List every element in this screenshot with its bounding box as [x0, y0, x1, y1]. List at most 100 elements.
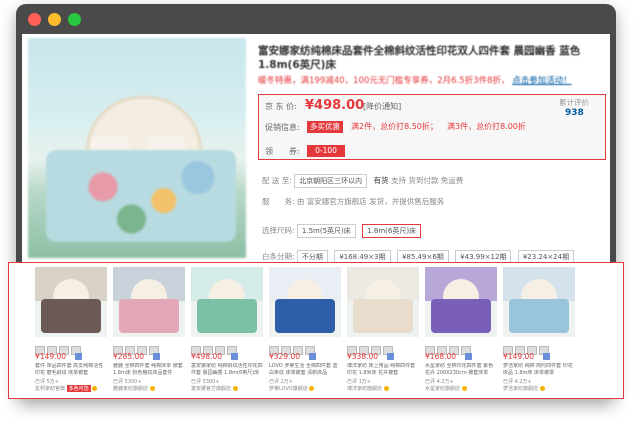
coin-icon	[149, 386, 155, 391]
promo-info-label: 促销信息:	[265, 123, 300, 132]
thumbnail-bedding	[197, 299, 257, 333]
price-label: 京 东 价:	[265, 102, 297, 111]
product-thumbnail[interactable]	[425, 267, 497, 337]
card-price: ¥149.00	[35, 352, 67, 361]
card-reviews: 已评 2万+	[269, 379, 293, 385]
jd-badge-icon	[231, 353, 238, 360]
size-label: 选择尺码:	[262, 226, 295, 235]
card-title[interactable]: 雅鹿 全棉四件套 纯棉床单 被套 1.8m床 粉色格纹床品套件	[113, 363, 185, 376]
product-main-image[interactable]	[28, 38, 246, 258]
size-option-selected[interactable]: 1.8m(6英尺)床	[362, 224, 422, 238]
ship-note: 支持 货到付款 免运费	[390, 176, 464, 185]
coin-icon	[461, 386, 467, 391]
coin-icon	[309, 386, 315, 391]
card-reviews: 已评 5万+	[35, 379, 59, 385]
coin-icon	[539, 386, 545, 391]
close-window-icon[interactable]	[28, 13, 41, 26]
product-card[interactable]: ¥498.00 富安娜家纺 纯棉斜纹活性印花四件套 晨园幽香 1.8m(6英尺)床…	[191, 267, 263, 393]
product-thumbnail[interactable]	[191, 267, 263, 337]
promo-rule-2: 满3件，总价打8.00折	[447, 122, 526, 131]
shop-name[interactable]: 雅鹿家纺旗舰店	[113, 386, 148, 392]
thumbnail-bedding	[119, 299, 179, 333]
jd-badge-icon	[465, 353, 472, 360]
jd-badge-icon	[387, 353, 394, 360]
size-option[interactable]: 1.5m(5英尺)床	[296, 224, 356, 238]
color-swatches	[35, 340, 83, 355]
product-card[interactable]: ¥329.00 LOVO 罗莱生活 全棉四件套 蓝白条纹 床单被套 清新床品已评 …	[269, 267, 341, 393]
card-shop: 博洋家纺旗舰店	[347, 385, 389, 392]
service-label: 服 务:	[262, 197, 295, 206]
card-title[interactable]: 水星家纺 全棉印花四件套 紫色花卉 200X230cm 被套床单	[425, 363, 497, 376]
review-count[interactable]: 938	[565, 108, 584, 118]
floral-quilt-shape	[46, 150, 236, 242]
color-swatches	[269, 340, 317, 355]
shop-name[interactable]: 富安娜官方旗舰店	[191, 386, 231, 392]
recommendation-strip: ¥149.00 套件 床品四件套 高支纯棉活性印花 磨毛斜纹 床单被套 1.5/1…	[8, 262, 624, 399]
product-thumbnail[interactable]	[503, 267, 575, 337]
product-card[interactable]: ¥285.00 雅鹿 全棉四件套 纯棉床单 被套 1.8m床 粉色格纹床品套件 已评…	[113, 267, 185, 393]
hot-tag: 多色可选	[66, 385, 91, 392]
card-shop: 雅鹿家纺旗舰店	[113, 385, 155, 392]
card-price: ¥338.00	[347, 352, 379, 361]
thumbnail-bedding	[41, 299, 101, 333]
card-reviews: 已评 4.2万+	[503, 379, 532, 385]
card-title[interactable]: LOVO 罗莱生活 全棉四件套 蓝白条纹 床单被套 清新床品	[269, 363, 341, 376]
service-row: 服 务: 由 富安娜官方旗舰店 发货，并提供售后服务	[262, 196, 444, 207]
product-card[interactable]: ¥149.00 梦洁家纺 纯棉 简约四件套 印花床品 1.8m床 床单被罩已评 4…	[503, 267, 575, 393]
product-price: ¥498.00	[305, 98, 365, 113]
coupon-label: 领 券:	[265, 147, 300, 156]
thumbnail-bedding	[431, 299, 491, 333]
product-card[interactable]: ¥338.00 博洋家纺 床上用品 纯棉四件套 印花 1.8米床 花卉被套已评 1…	[347, 267, 419, 393]
product-thumbnail[interactable]	[35, 267, 107, 337]
shop-name[interactable]: 罗莱LOVO旗舰店	[269, 386, 308, 392]
minimize-window-icon[interactable]	[48, 13, 61, 26]
card-title[interactable]: 套件 床品四件套 高支纯棉活性印花 磨毛斜纹 床单被套 1.5/1.8米床 四件…	[35, 363, 107, 376]
color-swatches	[503, 340, 551, 355]
card-shop: 水星家纺旗舰店	[425, 385, 467, 392]
product-card[interactable]: ¥168.00 水星家纺 全棉印花四件套 紫色花卉 200X230cm 被套床单已…	[425, 267, 497, 393]
jd-badge-icon	[75, 353, 82, 360]
promo-link[interactable]: 点击参加活动！	[512, 76, 572, 86]
maximize-window-icon[interactable]	[68, 13, 81, 26]
size-row: 选择尺码: 1.5m(5英尺)床 1.8m(6英尺)床	[262, 224, 425, 238]
product-card[interactable]: ¥149.00 套件 床品四件套 高支纯棉活性印花 磨毛斜纹 床单被套 1.5/1…	[35, 267, 107, 393]
color-swatches	[113, 340, 161, 355]
coupon-button[interactable]: 0-100	[307, 145, 345, 157]
card-reviews: 已评 5300+	[191, 379, 220, 385]
card-price: ¥329.00	[269, 352, 301, 361]
card-shop: 罗莱LOVO旗舰店	[269, 385, 315, 392]
stock-status: 有货	[373, 176, 389, 185]
jd-badge-icon	[543, 353, 550, 360]
card-shop: 友邦家纺官旗 多色可选	[35, 385, 98, 392]
shipping-row: 配 送 至: 北京朝阳区三环以内 有货 支持 货到付款 免运费	[262, 174, 463, 188]
card-title[interactable]: 梦洁家纺 纯棉 简约四件套 印花床品 1.8m床 床单被罩	[503, 363, 575, 376]
thumbnail-bedding	[353, 299, 413, 333]
card-reviews: 已评 1万+	[347, 379, 371, 385]
product-thumbnail[interactable]	[347, 267, 419, 337]
color-swatches	[425, 340, 473, 355]
price-notify-link[interactable]: [降价通知]	[363, 101, 401, 112]
card-title[interactable]: 博洋家纺 床上用品 纯棉四件套 印花 1.8米床 花卉被套	[347, 363, 419, 376]
promo-banner: 暖冬特惠，满199减40，100元无门槛专享券，2月6.5折3件8折， 点击参加…	[258, 74, 608, 86]
shop-name[interactable]: 友邦家纺官旗	[35, 386, 65, 392]
shop-name[interactable]: 水星家纺旗舰店	[425, 386, 460, 392]
product-thumbnail[interactable]	[113, 267, 185, 337]
service-text: 由 富安娜官方旗舰店 发货，并提供售后服务	[296, 197, 445, 206]
jd-badge-icon	[309, 353, 316, 360]
installment-label: 白条分期:	[262, 252, 295, 261]
thumbnail-bedding	[509, 299, 569, 333]
product-title: 富安娜家纺纯棉床品套件全棉斜纹活性印花双人四件套 晨园幽香 蓝色 1.8m(6英…	[258, 45, 581, 71]
shop-name[interactable]: 博洋家纺旗舰店	[347, 386, 382, 392]
promo-rule-1: 满2件，总价打8.50折；	[351, 122, 438, 131]
card-shop: 梦洁家纺旗舰店	[503, 385, 545, 392]
ship-location-select[interactable]: 北京朝阳区三环以内	[294, 174, 368, 188]
product-thumbnail[interactable]	[269, 267, 341, 337]
card-price: ¥149.00	[503, 352, 535, 361]
shop-name[interactable]: 梦洁家纺旗舰店	[503, 386, 538, 392]
card-title[interactable]: 富安娜家纺 纯棉斜纹活性印花四件套 晨园幽香 1.8m(6英尺)床	[191, 363, 263, 376]
coin-icon	[383, 386, 389, 391]
card-reviews: 已评 4.2万+	[425, 379, 454, 385]
review-label: 累计评价	[559, 98, 589, 107]
coin-icon	[92, 386, 98, 391]
card-shop: 富安娜官方旗舰店	[191, 385, 238, 392]
